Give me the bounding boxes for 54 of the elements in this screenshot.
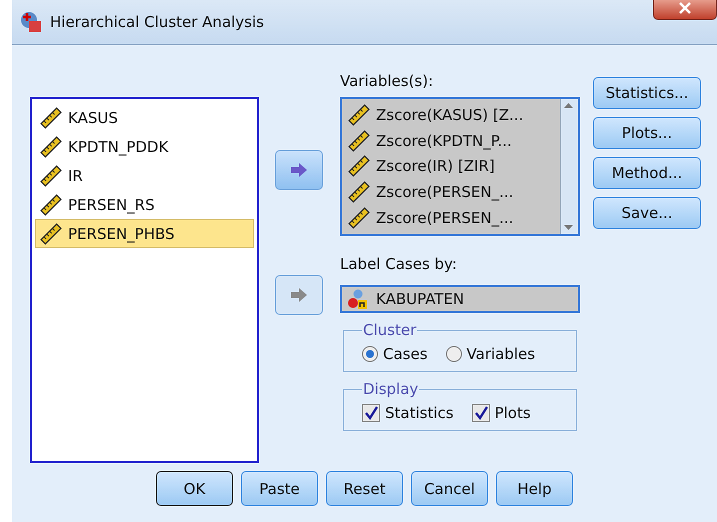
variable-name: Zscore(PERSEN_... [376, 183, 514, 202]
variable-item[interactable]: Zscore(IR) [ZIR] [344, 154, 558, 180]
close-button[interactable] [653, 0, 717, 20]
dialog-button[interactable]: Statistics... [593, 77, 701, 109]
source-variable-list[interactable]: KASUS KPDTN_PDDK IR PERSEN_RS PERSEN_PHBS [30, 97, 259, 463]
arrow-icon [290, 162, 308, 178]
checkbox-label: Plots [494, 404, 531, 422]
display-legend: Display [362, 380, 420, 398]
variable-name: KPDTN_PDDK [68, 138, 168, 156]
nominal-variable-icon [348, 289, 370, 309]
label-cases-value: KABUPATEN [376, 290, 464, 308]
dialog-button[interactable]: OK [156, 471, 233, 506]
radio-button[interactable] [362, 346, 378, 362]
variable-item[interactable]: PERSEN_RS [35, 190, 254, 219]
radio-button[interactable] [446, 346, 462, 362]
variable-name: KASUS [68, 108, 118, 126]
dialog-button[interactable]: Method... [593, 157, 701, 189]
label-cases-field[interactable]: KABUPATEN [340, 285, 580, 313]
scrollbar[interactable] [560, 99, 578, 234]
variable-name: Zscore(IR) [ZIR] [376, 157, 495, 176]
dialog-button[interactable]: Paste [241, 471, 318, 506]
variable-item[interactable]: IR [35, 161, 254, 190]
variable-item[interactable]: Zscore(KASUS) [Z... [344, 102, 558, 128]
variable-name: Zscore(KASUS) [Z... [376, 106, 524, 124]
radio-label: Variables [466, 345, 536, 363]
checkbox[interactable] [472, 404, 490, 422]
arrow-icon [290, 287, 308, 303]
radio-label: Cases [383, 345, 428, 363]
dialog-button[interactable]: Reset [326, 471, 403, 506]
variable-item[interactable]: Zscore(PERSEN_... [344, 205, 558, 231]
dialog-button[interactable]: Help [496, 471, 573, 506]
dialog-button[interactable]: Plots... [593, 117, 701, 149]
dialog-button[interactable]: Save... [593, 197, 701, 229]
dialog-button[interactable]: Cancel [411, 471, 488, 506]
variable-name: PERSEN_RS [68, 196, 155, 214]
window-title: Hierarchical Cluster Analysis [50, 13, 264, 31]
variable-name: Zscore(PERSEN_... [376, 209, 514, 228]
cluster-legend: Cluster [362, 321, 418, 339]
app-icon [20, 11, 42, 33]
close-icon [678, 2, 692, 14]
variable-item[interactable]: PERSEN_PHBS [35, 219, 254, 248]
variable-name: Zscore(KPDTN_P... [376, 132, 512, 150]
move-button[interactable] [275, 150, 323, 190]
label-cases-label: Label Cases by: [340, 255, 458, 275]
checkbox[interactable] [362, 404, 380, 422]
variable-item[interactable]: KASUS [35, 103, 254, 132]
variable-item[interactable]: Zscore(KPDTN_P... [344, 128, 558, 154]
variable-name: IR [68, 166, 83, 184]
variable-item[interactable]: KPDTN_PDDK [35, 132, 254, 161]
variable-item[interactable]: Zscore(PERSEN_... [344, 179, 558, 206]
variable-name: PERSEN_PHBS [68, 224, 175, 242]
checkbox-label: Statistics [385, 404, 454, 422]
variables-list[interactable]: Zscore(KASUS) [Z... Zscore(KPDTN_P... Zscore(IR) [ZIR] Zscore(PERSEN_... Zscore(PERSEN_... [340, 97, 580, 236]
variables-label: Variables(s): [340, 72, 434, 92]
